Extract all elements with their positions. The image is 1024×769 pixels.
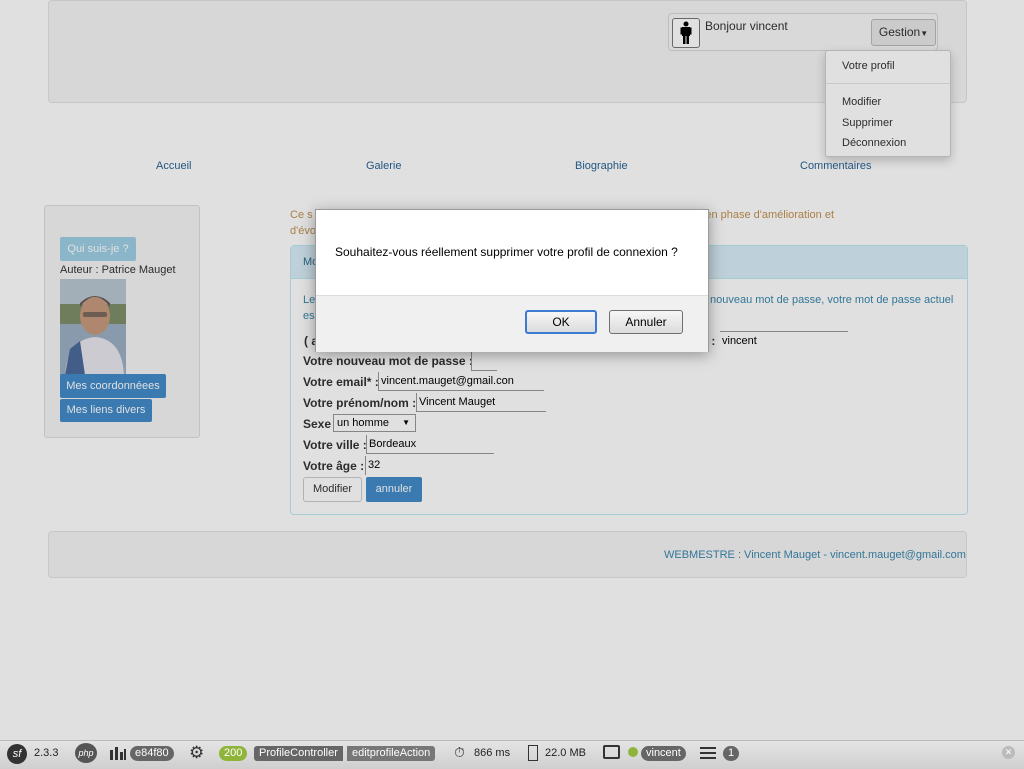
symfony-version[interactable]: 2.3.3	[34, 747, 58, 759]
action-badge[interactable]: editprofileAction	[347, 746, 436, 761]
status-badge[interactable]: 200	[219, 746, 248, 761]
timer-icon[interactable]: ⏱	[454, 744, 465, 761]
close-toolbar-icon[interactable]: ✕	[1002, 746, 1015, 759]
symfony-logo-icon[interactable]: sf	[7, 744, 27, 764]
dialog-cancel-button[interactable]: Annuler	[609, 310, 683, 334]
user-badge[interactable]: vincent	[641, 746, 686, 761]
profiler-icon[interactable]	[109, 745, 127, 761]
request-time[interactable]: 866 ms	[474, 747, 510, 759]
dialog-ok-button[interactable]: OK	[525, 310, 597, 334]
security-icon[interactable]	[603, 745, 620, 759]
auth-status-icon	[628, 747, 638, 757]
php-icon[interactable]: php	[75, 743, 97, 763]
memory-icon[interactable]	[528, 745, 538, 761]
gear-icon[interactable]: ⚙	[189, 743, 204, 763]
dialog-message: Souhaitez-vous réellement supprimer votr…	[335, 245, 678, 259]
query-count-badge[interactable]: 1	[723, 746, 740, 761]
memory-usage[interactable]: 22.0 MB	[545, 747, 586, 759]
db-queries-icon[interactable]	[700, 747, 716, 759]
controller-badge[interactable]: ProfileController	[254, 746, 343, 761]
token-badge[interactable]: e84f80	[130, 746, 174, 761]
modal-overlay	[0, 0, 1024, 740]
